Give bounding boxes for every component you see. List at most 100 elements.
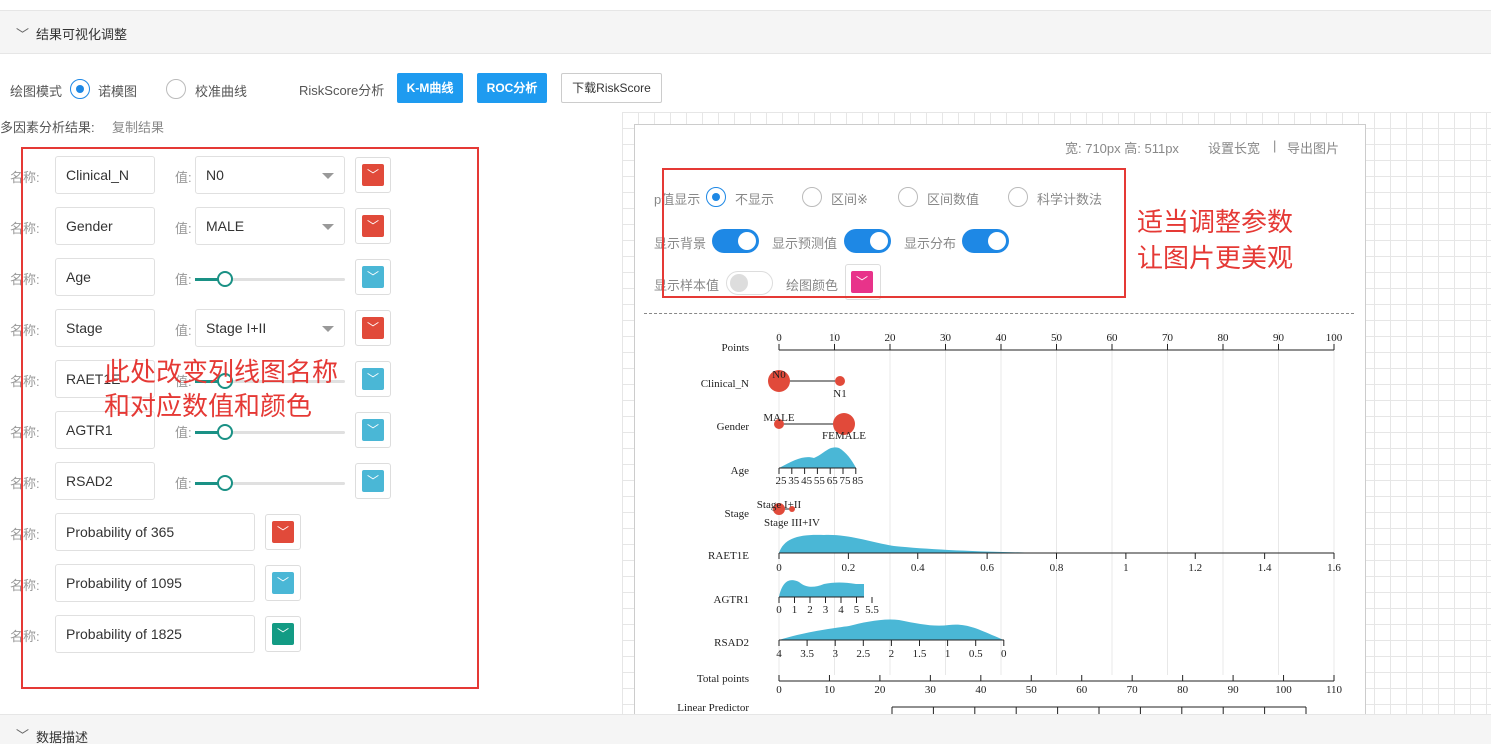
level-label: FEMALE [822, 430, 866, 442]
axis-label: Linear Predictor [677, 702, 749, 714]
tick-label: 60 [1076, 684, 1088, 696]
copy-result-link[interactable]: 复制结果 [112, 117, 164, 136]
tick-label: 40 [996, 332, 1008, 344]
chevron-down-icon[interactable]: ﹀ [16, 725, 29, 744]
size-separator: | [1273, 138, 1277, 153]
tick-label: 0 [776, 604, 782, 616]
tick-label: 0.8 [1050, 562, 1064, 574]
tick-label: 65 [827, 475, 839, 487]
axis-label: Points [721, 342, 749, 354]
tick-label: 50 [1026, 684, 1038, 696]
panel-header[interactable]: ﹀ 结果可视化调整 [0, 10, 1491, 54]
tick-label: 3 [832, 648, 838, 660]
axis-label: RSAD2 [714, 637, 749, 649]
distribution-area [779, 447, 856, 468]
tick-label: 2.5 [856, 648, 870, 660]
tick-label: 80 [1218, 332, 1230, 344]
radio-nomogram-label: 诺模图 [98, 84, 138, 99]
tick-label: 75 [840, 475, 852, 487]
download-riskscore-button[interactable]: 下载RiskScore [561, 73, 662, 103]
tick-label: 20 [874, 684, 886, 696]
mode-label: 绘图模式 [10, 84, 63, 99]
annotation-right-line2: 让图片更美观 [1137, 243, 1294, 273]
km-button[interactable]: K-M曲线 [397, 73, 463, 103]
tick-label: 90 [1273, 332, 1285, 344]
tick-label: 70 [1162, 332, 1174, 344]
panel-title: 结果可视化调整 [36, 27, 128, 42]
tick-label: 3.5 [800, 648, 814, 660]
distribution-area [779, 580, 864, 597]
axis-label: Clinical_N [701, 378, 749, 390]
tick-label: 5.5 [865, 604, 879, 616]
distribution-area [779, 619, 1004, 640]
tick-label: 50 [1051, 332, 1063, 344]
riskscore-label: RiskScore分析 [299, 83, 385, 98]
tick-label: 1.2 [1188, 562, 1202, 574]
tick-label: 110 [1326, 684, 1343, 696]
tick-label: 1 [792, 604, 798, 616]
tick-label: 1 [945, 648, 951, 660]
tick-label: 100 [1275, 684, 1292, 696]
tick-label: 10 [824, 684, 836, 696]
roc-button[interactable]: ROC分析 [477, 73, 547, 103]
tick-label: 55 [814, 475, 826, 487]
annotation-box-right [662, 168, 1126, 298]
tick-label: 90 [1228, 684, 1240, 696]
tick-label: 100 [1326, 332, 1343, 344]
tick-label: 10 [829, 332, 841, 344]
data-description-title: 数据描述 [36, 730, 89, 745]
chevron-down-icon[interactable]: ﹀ [16, 24, 29, 43]
axis-label: Gender [717, 421, 750, 433]
annotation-right-line1: 适当调整参数 [1137, 207, 1294, 237]
tick-label: 45 [801, 475, 813, 487]
tick-label: 0 [776, 562, 782, 574]
tick-label: 20 [885, 332, 897, 344]
tick-label: 2 [889, 648, 895, 660]
tick-label: 85 [852, 475, 864, 487]
level-label: N0 [772, 369, 786, 381]
tick-label: 30 [940, 332, 952, 344]
export-image-link[interactable]: 导出图片 [1287, 138, 1339, 157]
size-text: 宽: 710px 高: 511px [1065, 141, 1179, 156]
data-description-header[interactable]: ﹀ 数据描述 [0, 714, 1491, 745]
tick-label: 40 [975, 684, 987, 696]
tick-label: 2 [807, 604, 813, 616]
tick-label: 4 [838, 604, 844, 616]
nomogram-chart: Points0 10 20 30 40 50 60 70 80 90 100Clinical_NN0… [677, 332, 1343, 714]
tick-label: 1.5 [913, 648, 927, 660]
tick-label: 30 [925, 684, 937, 696]
tick-label: 60 [1107, 332, 1119, 344]
tick-label: 25 [776, 475, 788, 487]
tick-label: 0.2 [842, 562, 856, 574]
divider [644, 313, 1354, 314]
level-label: N1 [833, 388, 846, 400]
tick-label: 1.4 [1258, 562, 1272, 574]
axis-label: RAET1E [708, 550, 749, 562]
tick-label: 0 [776, 332, 782, 344]
axis-label: Stage [725, 508, 750, 520]
level-label: MALE [763, 412, 794, 424]
set-size-link[interactable]: 设置长宽 [1208, 138, 1260, 157]
tick-label: 1.6 [1327, 562, 1341, 574]
tick-label: 0.6 [980, 562, 994, 574]
tick-label: 80 [1177, 684, 1189, 696]
axis-label: Total points [697, 673, 749, 685]
radio-nomogram[interactable] [70, 79, 90, 99]
radio-calibration-label: 校准曲线 [195, 84, 248, 99]
level-label: Stage III+IV [764, 517, 820, 529]
annotation-left-line2: 和对应数值和颜色 [104, 391, 313, 421]
level-point [835, 376, 845, 386]
tick-label: 3 [823, 604, 829, 616]
axis-label: Age [731, 465, 749, 477]
annotation-left-line1: 此处改变列线图名称 [104, 357, 339, 387]
tick-label: 0.5 [969, 648, 983, 660]
radio-calibration[interactable] [166, 79, 186, 99]
tick-label: 0 [776, 684, 782, 696]
tick-label: 70 [1127, 684, 1139, 696]
level-label: Stage I+II [757, 499, 802, 511]
tick-label: 0.4 [911, 562, 925, 574]
tick-label: 5 [854, 604, 860, 616]
tick-label: 0 [1001, 648, 1007, 660]
tick-label: 1 [1123, 562, 1129, 574]
multi-label: 多因素分析结果: [0, 120, 95, 135]
